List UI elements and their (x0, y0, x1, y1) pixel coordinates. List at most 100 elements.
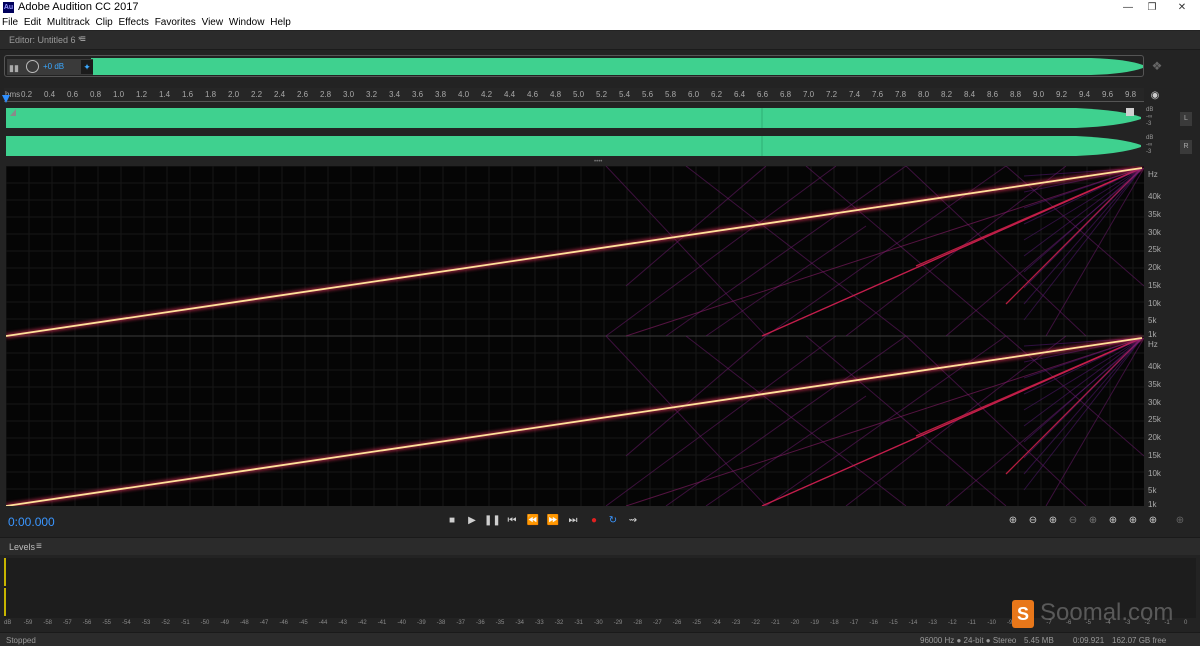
editor-tab-label[interactable]: Editor: Untitled 6 * (9, 35, 82, 45)
ruler-tick-label: 7.4 (849, 90, 861, 99)
level-scale-label: -36 (476, 620, 485, 626)
close-icon[interactable]: ✕ (1164, 0, 1200, 16)
editor-panel-header: Editor: Untitled 6 * ≡ (0, 31, 1200, 50)
hz-scale-label: 40k (1148, 192, 1161, 201)
headphones-icon[interactable]: ◉ (1148, 90, 1162, 102)
level-scale-label: -19 (810, 620, 819, 626)
pause-icon[interactable]: ❚❚ (484, 515, 501, 527)
level-scale-label: -17 (849, 620, 859, 626)
ruler-tick-label: 2.2 (251, 90, 263, 99)
ruler-tick-label: 5.8 (665, 90, 677, 99)
level-scale-label: -23 (731, 620, 741, 626)
file-size: 5.45 MB (1024, 636, 1054, 645)
ruler-tick-label: 4.4 (504, 90, 516, 99)
level-scale-label: dB (4, 620, 12, 626)
ruler-tick-label: 8.6 (987, 90, 999, 99)
overview-waveform (91, 58, 1143, 75)
sample-format: 96000 Hz ● 24-bit ● Stereo (920, 636, 1017, 645)
waveform-channel-right[interactable] (6, 134, 1145, 158)
rewind-icon[interactable]: ⏪ (525, 515, 541, 527)
panel-menu-icon[interactable]: ≡ (80, 34, 86, 45)
current-time-display[interactable]: 0:00.000 (8, 515, 55, 529)
loop-playback-icon[interactable]: ↻ (605, 515, 621, 527)
ruler-tick-label: 3.2 (366, 90, 378, 99)
spectral-frequency-display[interactable] (6, 166, 1144, 506)
zoom-in-left-icon[interactable]: ⊕ (1105, 514, 1121, 528)
panel-divider-handle[interactable]: •••• (594, 159, 606, 165)
levels-tab-label[interactable]: Levels (9, 542, 35, 552)
overview-navigator[interactable]: ▮▮ +0 dB ✦ (4, 55, 1144, 77)
menu-window[interactable]: Window (229, 16, 265, 29)
zoom-out-full-icon[interactable]: ⊕ (1085, 514, 1101, 528)
level-scale-label: -55 (102, 620, 111, 626)
ruler-tick-label: 7.2 (826, 90, 838, 99)
menu-file[interactable]: File (2, 16, 18, 29)
hz-scale-label: 40k (1148, 362, 1161, 371)
level-scale-label: -25 (692, 620, 701, 626)
record-icon[interactable]: ● (586, 515, 602, 527)
free-space: 162.07 GB free (1112, 636, 1167, 645)
ruler-tick-label: 3.6 (412, 90, 424, 99)
volume-value: +0 dB (43, 62, 65, 71)
ruler-tick-label: 4.2 (481, 90, 493, 99)
menu-favorites[interactable]: Favorites (155, 16, 196, 29)
zoom-selection-icon[interactable]: ⊕ (1145, 514, 1161, 528)
ruler-tick-label: 8.8 (1010, 90, 1022, 99)
zoom-in-right-icon[interactable]: ⊕ (1125, 514, 1141, 528)
hud-volume-control: ▮▮ +0 dB ✦ (7, 59, 93, 75)
level-scale-label: -27 (653, 620, 662, 626)
level-scale-label: -40 (397, 620, 406, 626)
level-scale-label: -30 (594, 620, 603, 626)
playhead-marker[interactable] (2, 95, 10, 103)
zoom-in-time-icon[interactable]: ⊕ (1045, 514, 1061, 528)
hz-scale-label: 15k (1148, 451, 1161, 460)
zoom-out-time-icon[interactable]: ⊖ (1065, 514, 1081, 528)
time-ruler[interactable]: hms 0.2 0.4 0.6 0.8 1.0 1.2 1.4 1.6 1.8 2.0 2.2 2.4… (4, 88, 1144, 102)
level-scale-label: -35 (495, 620, 505, 626)
ruler-tick-label: 7.6 (872, 90, 884, 99)
move-to-next-icon[interactable]: ⏭ (565, 515, 581, 527)
channel-enable-left[interactable]: L (1180, 112, 1192, 126)
level-scale-label: -24 (712, 620, 721, 626)
menu-clip[interactable]: Clip (96, 16, 113, 29)
level-scale-label: -47 (259, 620, 269, 626)
fast-forward-icon[interactable]: ⏩ (545, 515, 561, 527)
hz-scale-label: 5k (1148, 486, 1157, 495)
level-scale-label: -50 (200, 620, 210, 626)
ruler-tick-label: 3.4 (389, 90, 401, 99)
channel-enable-right[interactable]: R (1180, 140, 1192, 154)
hz-scale-label: 20k (1148, 433, 1161, 442)
menu-edit[interactable]: Edit (24, 16, 41, 29)
zoom-reset-icon[interactable]: ⊕ (1172, 514, 1188, 528)
zoom-out-amplitude-icon[interactable]: ⊖ (1025, 514, 1041, 528)
zoom-navigator-icon[interactable]: ❖ (1150, 59, 1164, 73)
ruler-tick-label: 6.2 (711, 90, 723, 99)
level-scale-label: -28 (633, 620, 642, 626)
stop-icon[interactable]: ■ (444, 515, 460, 527)
menu-help[interactable]: Help (270, 16, 291, 29)
skip-selection-icon[interactable]: ⇝ (625, 515, 641, 527)
menu-effects[interactable]: Effects (119, 16, 149, 29)
hz-scale-label: 25k (1148, 415, 1161, 424)
ruler-tick-label: 6.4 (734, 90, 746, 99)
levels-panel-header: Levels ≡ (0, 537, 1200, 555)
waveform-channel-left[interactable] (6, 106, 1145, 130)
zoom-in-amplitude-icon[interactable]: ⊕ (1005, 514, 1021, 528)
level-scale-label: -48 (240, 620, 249, 626)
level-scale-label: -26 (672, 620, 682, 626)
levels-menu-icon[interactable]: ≡ (36, 541, 42, 552)
menu-view[interactable]: View (202, 16, 224, 29)
level-scale-label: -49 (220, 620, 229, 626)
ruler-tick-label: 0.8 (90, 90, 102, 99)
ruler-tick-label: 2.8 (320, 90, 332, 99)
pin-icon[interactable]: ✦ (81, 60, 93, 74)
menu-multitrack[interactable]: Multitrack (47, 16, 90, 29)
transport-bar: 0:00.000 ■ ▶ ❚❚ ⏮ ⏪ ⏩ ⏭ ● ↻ ⇝ ⊕ ⊖ ⊕ ⊖ ⊕ … (0, 510, 1200, 532)
move-to-previous-icon[interactable]: ⏮ (504, 515, 520, 527)
ruler-tick-label: 9.0 (1033, 90, 1045, 99)
play-icon[interactable]: ▶ (464, 515, 480, 527)
hz-scale-label: 30k (1148, 228, 1161, 237)
level-scale-label: -14 (908, 620, 918, 626)
ruler-tick-label: 3.0 (343, 90, 355, 99)
volume-knob[interactable] (26, 60, 39, 73)
